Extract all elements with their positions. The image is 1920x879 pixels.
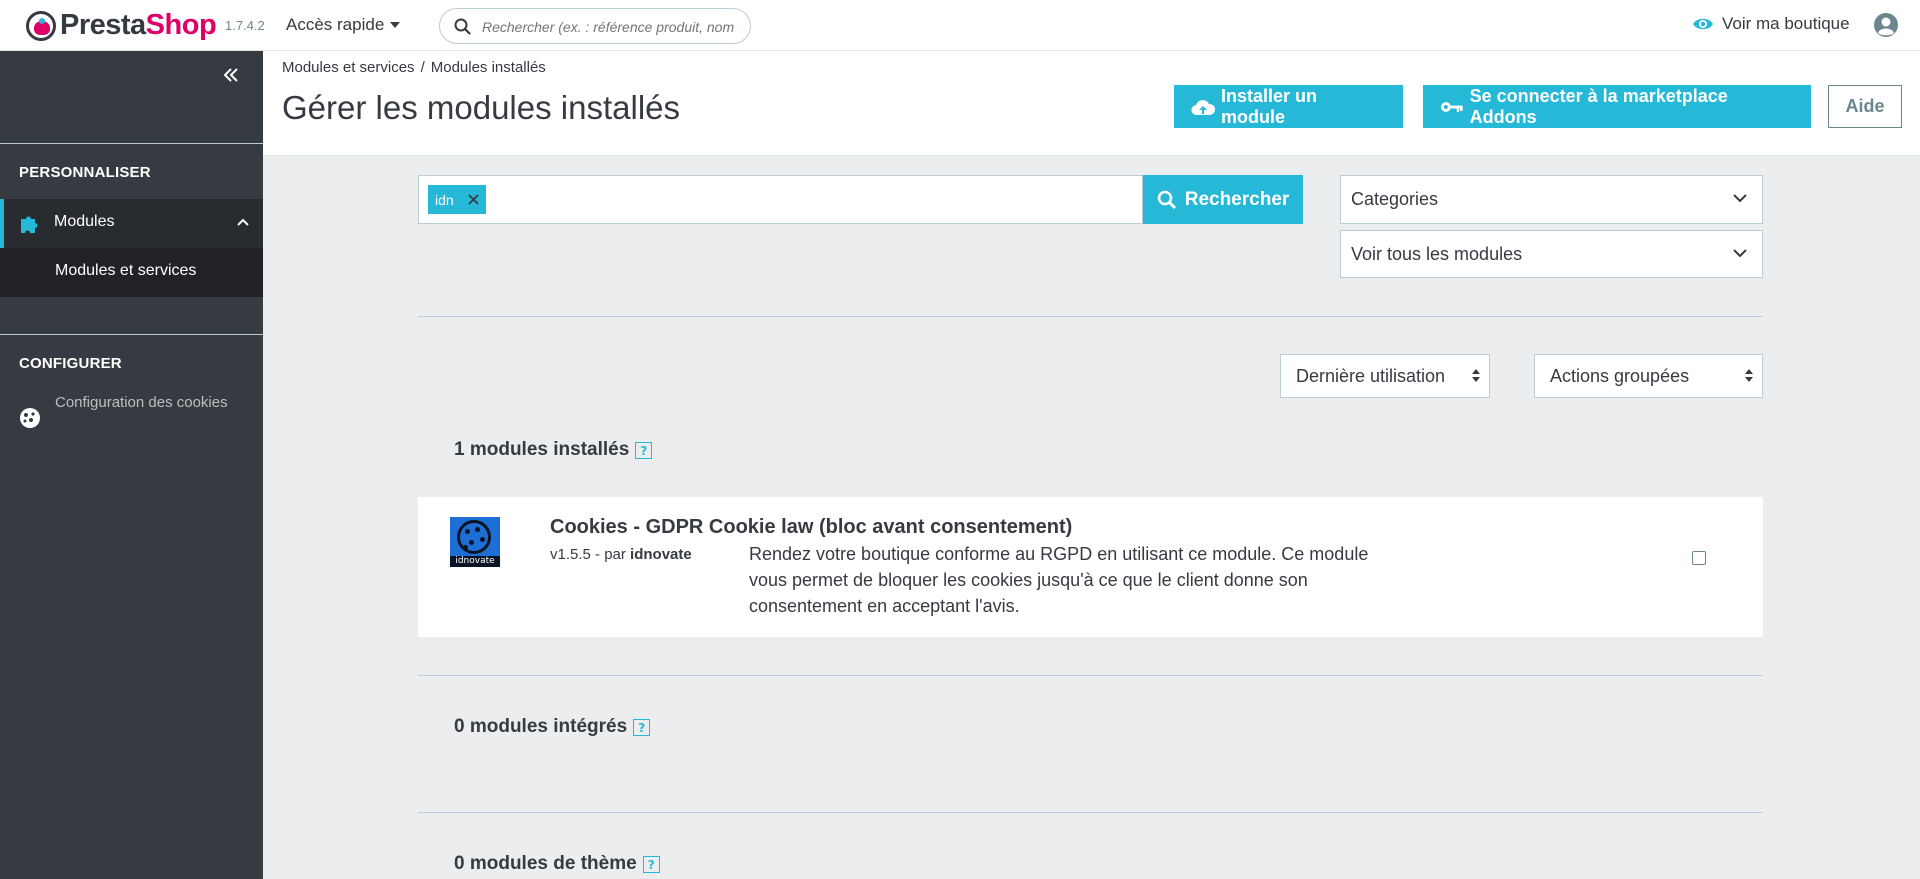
close-icon[interactable]	[468, 194, 479, 205]
page-title: Gérer les modules installés	[282, 89, 680, 126]
search-icon	[1157, 190, 1176, 209]
quick-access-dropdown[interactable]: Accès rapide	[286, 15, 401, 35]
search-tag-label: idn	[435, 191, 454, 208]
version-label: 1.7.4.2	[225, 18, 265, 33]
sort-select[interactable]: Dernière utilisation	[1280, 354, 1490, 398]
integrated-modules-count: 0 modules intégrés	[454, 716, 628, 737]
sidebar-divider	[0, 334, 263, 335]
connect-addons-label: Se connecter à la marketplace Addons	[1469, 85, 1728, 127]
key-icon	[1440, 101, 1463, 112]
cookie-icon	[20, 408, 40, 428]
top-header: PrestaShop 1.7.4.2 Accès rapide Voir ma …	[0, 0, 1920, 51]
sidebar-item-cookies-config[interactable]: Configuration des cookies	[0, 393, 263, 443]
search-button[interactable]: Rechercher	[1143, 175, 1303, 224]
sidebar-item-modules-label: Modules	[54, 213, 115, 230]
sort-select-value: Dernière utilisation	[1296, 366, 1446, 386]
cloud-upload-icon	[1191, 99, 1215, 115]
chevron-down-icon	[1733, 194, 1747, 203]
chevron-down-icon	[1733, 249, 1747, 258]
sidebar-item-modules[interactable]: Modules	[0, 199, 263, 248]
puffin-logo-icon	[26, 10, 56, 41]
section-divider	[418, 812, 1763, 813]
page-header: Modules et services / Modules installés …	[263, 51, 1920, 156]
brand-name-part2: Shop	[145, 9, 217, 41]
sidebar: PERSONNALISER Modules Modules et service…	[0, 51, 263, 879]
module-card[interactable]: idnovate Cookies - GDPR Cookie law (bloc…	[418, 497, 1763, 637]
module-logo: idnovate	[450, 517, 500, 567]
module-status-select-value: Voir tous les modules	[1351, 244, 1523, 264]
module-description: Rendez votre boutique conforme au RGPD e…	[749, 544, 1369, 616]
user-account-icon[interactable]	[1873, 12, 1899, 38]
collapse-sidebar-icon[interactable]	[218, 62, 244, 88]
sidebar-divider	[0, 143, 263, 144]
puzzle-icon	[21, 216, 38, 233]
module-logo-brand: idnovate	[450, 556, 500, 567]
cookie-icon	[457, 520, 491, 554]
prestashop-logo[interactable]: PrestaShop	[26, 9, 217, 42]
categories-select-value: Categories	[1351, 189, 1439, 209]
connect-addons-button[interactable]: Se connecter à la marketplace Addons	[1423, 85, 1811, 128]
view-shop-link[interactable]: Voir ma boutique	[1692, 14, 1850, 34]
section-title-configurer: CONFIGURER	[19, 355, 122, 372]
section-divider	[418, 675, 1763, 676]
breadcrumb-installed-modules[interactable]: Modules installés	[431, 59, 546, 76]
help-button[interactable]: Aide	[1828, 85, 1902, 128]
sidebar-item-cookies-label: Configuration des cookies	[55, 394, 228, 411]
view-shop-label: Voir ma boutique	[1722, 14, 1850, 33]
brand-name-part1: Presta	[60, 9, 146, 41]
breadcrumb: Modules et services / Modules installés	[282, 59, 546, 76]
breadcrumb-separator: /	[420, 59, 425, 76]
bulk-actions-select-value: Actions groupées	[1550, 366, 1690, 386]
sidebar-item-modules-services[interactable]: Modules et services	[0, 248, 263, 297]
section-divider	[418, 316, 1763, 317]
global-search-input[interactable]	[480, 16, 746, 38]
install-module-button[interactable]: Installer un module	[1174, 85, 1403, 128]
module-author: idnovate	[630, 546, 692, 563]
integrated-modules-heading: 0 modules intégrés ?	[454, 716, 651, 738]
installed-modules-count: 1 modules installés	[454, 439, 630, 460]
help-icon[interactable]: ?	[633, 718, 651, 736]
categories-select[interactable]: Categories	[1340, 175, 1763, 224]
caret-down-icon	[390, 22, 401, 28]
installed-modules-heading: 1 modules installés ?	[454, 439, 653, 461]
module-version: v1.5.5 - par	[550, 546, 626, 563]
breadcrumb-modules-services[interactable]: Modules et services	[282, 59, 415, 76]
theme-modules-heading: 0 modules de thème ?	[454, 853, 660, 875]
module-status-select[interactable]: Voir tous les modules	[1340, 230, 1763, 278]
chevron-up-icon	[237, 218, 249, 226]
global-search	[439, 8, 751, 44]
theme-modules-count: 0 modules de thème	[454, 853, 637, 874]
install-module-label: Installer un module	[1221, 85, 1318, 127]
section-title-personnaliser: PERSONNALISER	[19, 164, 151, 181]
module-name: Cookies - GDPR Cookie law (bloc avant co…	[550, 516, 1073, 538]
module-meta: v1.5.5 - par idnovate	[550, 546, 692, 563]
search-icon	[454, 18, 471, 35]
bulk-actions-select[interactable]: Actions groupées	[1534, 354, 1763, 398]
quick-access-label: Accès rapide	[286, 15, 385, 34]
help-icon[interactable]: ?	[635, 441, 653, 459]
module-search-field[interactable]: idn	[418, 175, 1143, 224]
search-tag[interactable]: idn	[428, 185, 486, 214]
sidebar-item-modules-services-label: Modules et services	[55, 262, 197, 279]
search-button-label: Rechercher	[1184, 188, 1290, 210]
active-indicator	[0, 199, 4, 248]
help-icon[interactable]: ?	[642, 855, 660, 873]
module-select-checkbox[interactable]	[1692, 551, 1706, 565]
eye-icon	[1693, 18, 1713, 30]
